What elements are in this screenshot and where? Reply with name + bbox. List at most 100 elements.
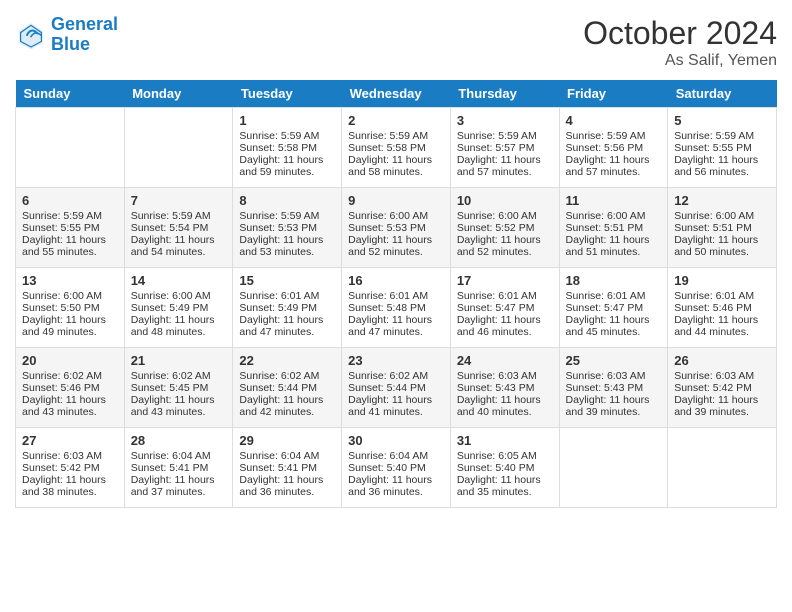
sunrise-text: Sunrise: 6:01 AM [674,290,770,302]
daylight-text: Daylight: 11 hours and 36 minutes. [239,474,335,498]
calendar-cell: 8Sunrise: 5:59 AMSunset: 5:53 PMDaylight… [233,188,342,268]
sunset-text: Sunset: 5:40 PM [457,462,553,474]
sunset-text: Sunset: 5:56 PM [566,142,662,154]
day-number: 4 [566,113,662,128]
calendar-cell: 28Sunrise: 6:04 AMSunset: 5:41 PMDayligh… [124,428,233,508]
daylight-text: Daylight: 11 hours and 57 minutes. [566,154,662,178]
calendar-week-row: 6Sunrise: 5:59 AMSunset: 5:55 PMDaylight… [16,188,777,268]
calendar-cell: 31Sunrise: 6:05 AMSunset: 5:40 PMDayligh… [450,428,559,508]
sunset-text: Sunset: 5:53 PM [239,222,335,234]
day-number: 3 [457,113,553,128]
sunrise-text: Sunrise: 6:01 AM [348,290,444,302]
sunrise-text: Sunrise: 6:00 AM [674,210,770,222]
calendar-cell: 21Sunrise: 6:02 AMSunset: 5:45 PMDayligh… [124,348,233,428]
daylight-text: Daylight: 11 hours and 35 minutes. [457,474,553,498]
calendar-cell: 2Sunrise: 5:59 AMSunset: 5:58 PMDaylight… [342,108,451,188]
sunset-text: Sunset: 5:55 PM [674,142,770,154]
sunrise-text: Sunrise: 6:02 AM [22,370,118,382]
sunset-text: Sunset: 5:42 PM [22,462,118,474]
sunrise-text: Sunrise: 6:00 AM [131,290,227,302]
sunset-text: Sunset: 5:49 PM [239,302,335,314]
daylight-text: Daylight: 11 hours and 55 minutes. [22,234,118,258]
sunrise-text: Sunrise: 6:04 AM [131,450,227,462]
location-subtitle: As Salif, Yemen [583,52,777,70]
calendar-cell: 23Sunrise: 6:02 AMSunset: 5:44 PMDayligh… [342,348,451,428]
daylight-text: Daylight: 11 hours and 50 minutes. [674,234,770,258]
calendar-cell [559,428,668,508]
calendar-cell: 26Sunrise: 6:03 AMSunset: 5:42 PMDayligh… [668,348,777,428]
day-number: 11 [566,193,662,208]
daylight-text: Daylight: 11 hours and 46 minutes. [457,314,553,338]
day-number: 13 [22,273,118,288]
sunrise-text: Sunrise: 5:59 AM [348,130,444,142]
sunrise-text: Sunrise: 6:00 AM [348,210,444,222]
sunrise-text: Sunrise: 5:59 AM [566,130,662,142]
calendar-table: SundayMondayTuesdayWednesdayThursdayFrid… [15,80,777,508]
sunrise-text: Sunrise: 6:04 AM [239,450,335,462]
logo-text: General Blue [51,15,118,55]
day-number: 10 [457,193,553,208]
day-number: 16 [348,273,444,288]
sunset-text: Sunset: 5:47 PM [457,302,553,314]
daylight-text: Daylight: 11 hours and 59 minutes. [239,154,335,178]
calendar-cell: 12Sunrise: 6:00 AMSunset: 5:51 PMDayligh… [668,188,777,268]
calendar-week-row: 1Sunrise: 5:59 AMSunset: 5:58 PMDaylight… [16,108,777,188]
sunset-text: Sunset: 5:41 PM [131,462,227,474]
sunrise-text: Sunrise: 6:02 AM [348,370,444,382]
sunrise-text: Sunrise: 6:01 AM [566,290,662,302]
sunrise-text: Sunrise: 6:00 AM [457,210,553,222]
calendar-cell: 30Sunrise: 6:04 AMSunset: 5:40 PMDayligh… [342,428,451,508]
daylight-text: Daylight: 11 hours and 41 minutes. [348,394,444,418]
title-block: October 2024 As Salif, Yemen [583,15,777,70]
sunset-text: Sunset: 5:44 PM [239,382,335,394]
sunset-text: Sunset: 5:51 PM [566,222,662,234]
calendar-cell: 6Sunrise: 5:59 AMSunset: 5:55 PMDaylight… [16,188,125,268]
sunset-text: Sunset: 5:46 PM [674,302,770,314]
sunset-text: Sunset: 5:50 PM [22,302,118,314]
sunrise-text: Sunrise: 6:04 AM [348,450,444,462]
calendar-cell [124,108,233,188]
sunset-text: Sunset: 5:54 PM [131,222,227,234]
sunset-text: Sunset: 5:40 PM [348,462,444,474]
weekday-header: Friday [559,80,668,108]
calendar-cell: 17Sunrise: 6:01 AMSunset: 5:47 PMDayligh… [450,268,559,348]
calendar-cell: 15Sunrise: 6:01 AMSunset: 5:49 PMDayligh… [233,268,342,348]
day-number: 30 [348,433,444,448]
sunset-text: Sunset: 5:57 PM [457,142,553,154]
calendar-cell: 25Sunrise: 6:03 AMSunset: 5:43 PMDayligh… [559,348,668,428]
calendar-week-row: 27Sunrise: 6:03 AMSunset: 5:42 PMDayligh… [16,428,777,508]
daylight-text: Daylight: 11 hours and 40 minutes. [457,394,553,418]
calendar-cell: 10 Sunrise: 6:00 AMSunset: 5:52 PMDayligh… [450,188,559,268]
daylight-text: Daylight: 11 hours and 56 minutes. [674,154,770,178]
day-number: 12 [674,193,770,208]
daylight-text: Daylight: 11 hours and 48 minutes. [131,314,227,338]
sunrise-text: Sunrise: 6:03 AM [457,370,553,382]
sunrise-text: Sunrise: 6:01 AM [239,290,335,302]
calendar-cell: 27Sunrise: 6:03 AMSunset: 5:42 PMDayligh… [16,428,125,508]
calendar-cell: 5Sunrise: 5:59 AMSunset: 5:55 PMDaylight… [668,108,777,188]
sunset-text: Sunset: 5:53 PM [348,222,444,234]
sunset-text: Sunset: 5:43 PM [457,382,553,394]
daylight-text: Daylight: 11 hours and 49 minutes. [22,314,118,338]
calendar-cell [668,428,777,508]
sunrise-text: Sunrise: 6:03 AM [22,450,118,462]
daylight-text: Daylight: 11 hours and 42 minutes. [239,394,335,418]
sunset-text: Sunset: 5:52 PM [457,222,553,234]
daylight-text: Daylight: 11 hours and 51 minutes. [566,234,662,258]
day-number: 19 [674,273,770,288]
sunset-text: Sunset: 5:42 PM [674,382,770,394]
calendar-week-row: 20Sunrise: 6:02 AMSunset: 5:46 PMDayligh… [16,348,777,428]
sunrise-text: Sunrise: 5:59 AM [457,130,553,142]
day-number: 28 [131,433,227,448]
daylight-text: Daylight: 11 hours and 52 minutes. [457,234,553,258]
weekday-header: Sunday [16,80,125,108]
weekday-header: Saturday [668,80,777,108]
month-title: October 2024 [583,15,777,52]
calendar-cell: 16Sunrise: 6:01 AMSunset: 5:48 PMDayligh… [342,268,451,348]
day-number: 29 [239,433,335,448]
daylight-text: Daylight: 11 hours and 47 minutes. [239,314,335,338]
sunrise-text: Sunrise: 6:05 AM [457,450,553,462]
sunset-text: Sunset: 5:44 PM [348,382,444,394]
sunrise-text: Sunrise: 6:02 AM [131,370,227,382]
calendar-cell: 18Sunrise: 6:01 AMSunset: 5:47 PMDayligh… [559,268,668,348]
